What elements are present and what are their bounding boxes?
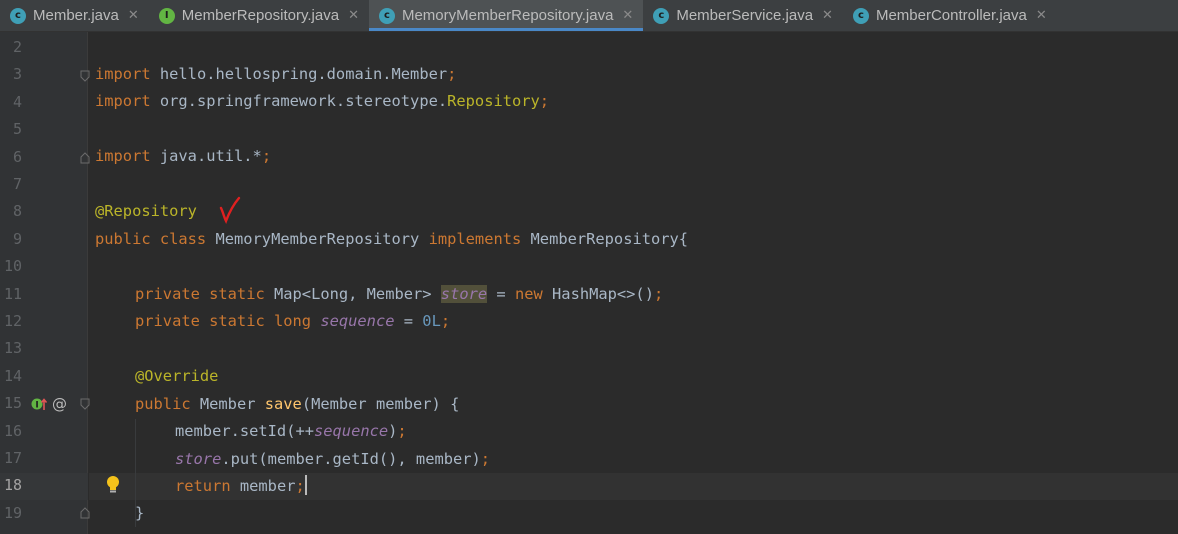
line-number: 15 <box>3 394 22 413</box>
line-number: 7 <box>12 175 22 193</box>
code-editor[interactable]: 2 3 4 5 6 7 8 9 10 11 12 13 14 15 16 17 18 19 I @ import … <box>0 32 1178 534</box>
code-line-6: import java.util.*; <box>95 147 272 165</box>
code-line-17: store.put(member.getId(), member); <box>175 450 491 468</box>
svg-text:I: I <box>35 401 38 411</box>
line-number: 6 <box>12 147 22 166</box>
code-line-3: import hello.hellospring.domain.Member; <box>95 65 457 83</box>
class-icon: c <box>378 7 395 24</box>
close-icon[interactable]: ✕ <box>622 8 633 23</box>
text-caret <box>304 475 307 495</box>
line-number: 9 <box>12 229 22 248</box>
class-icon: c <box>852 7 869 24</box>
line-number: 16 <box>3 421 22 440</box>
close-icon[interactable]: ✕ <box>348 8 359 23</box>
tab-label: MemberService.java <box>676 7 814 24</box>
class-icon: c <box>10 7 26 24</box>
code-line-14: @Override <box>135 367 219 385</box>
line-number: 3 <box>12 65 22 84</box>
tab-label: Member.java <box>33 7 119 24</box>
close-icon[interactable]: ✕ <box>1036 8 1047 23</box>
tab-label: MemoryMemberRepository.java <box>401 7 614 24</box>
code-line-8: @Repository <box>95 202 197 220</box>
line-number: 8 <box>12 202 22 221</box>
line-number: 10 <box>3 257 22 276</box>
close-icon[interactable]: ✕ <box>128 8 139 23</box>
code-line-11: private static Map<Long, Member> store =… <box>135 285 664 303</box>
line-number: 14 <box>3 366 22 385</box>
line-number: 4 <box>12 92 22 111</box>
tab-label: MemberRepository.java <box>181 7 340 24</box>
code-line-12: private static long sequence = 0L; <box>135 312 451 330</box>
line-number: 17 <box>3 449 22 467</box>
code-text-area[interactable]: import hello.hellospring.domain.Member; … <box>89 32 1178 534</box>
line-number: 18 <box>3 476 22 495</box>
line-number: 11 <box>3 284 22 303</box>
close-icon[interactable]: ✕ <box>822 8 833 23</box>
tab-memberservice[interactable]: c MemberService.java ✕ <box>643 0 843 31</box>
code-line-18: return member; <box>175 475 307 495</box>
tab-member[interactable]: c Member.java ✕ <box>0 0 149 31</box>
code-line-15: public Member save(Member member) { <box>135 395 460 413</box>
tab-memorymemberrepository[interactable]: c MemoryMemberRepository.java ✕ <box>368 0 644 31</box>
line-number: 12 <box>3 312 22 330</box>
tab-label: MemberController.java <box>875 7 1027 24</box>
code-line-19: } <box>135 504 145 522</box>
code-line-4: import org.springframework.stereotype.Re… <box>95 92 550 110</box>
line-number: 2 <box>12 38 22 56</box>
override-annotation-icon[interactable]: @ <box>52 395 67 413</box>
editor-tab-bar: c Member.java ✕ I MemberRepository.java ✕ c Mem… <box>0 0 1178 32</box>
code-line-16: member.setId(++sequence); <box>175 422 407 440</box>
tab-memberrepository[interactable]: I MemberRepository.java ✕ <box>149 0 369 31</box>
line-number: 19 <box>3 503 22 522</box>
interface-icon: I <box>158 7 175 24</box>
line-number: 13 <box>3 339 22 358</box>
class-icon: c <box>653 7 670 24</box>
implements-method-icon[interactable]: I <box>31 396 47 412</box>
tab-membercontroller[interactable]: c MemberController.java ✕ <box>843 0 1057 31</box>
line-number: 5 <box>12 120 22 139</box>
code-line-9: public class MemoryMemberRepository impl… <box>95 230 689 248</box>
